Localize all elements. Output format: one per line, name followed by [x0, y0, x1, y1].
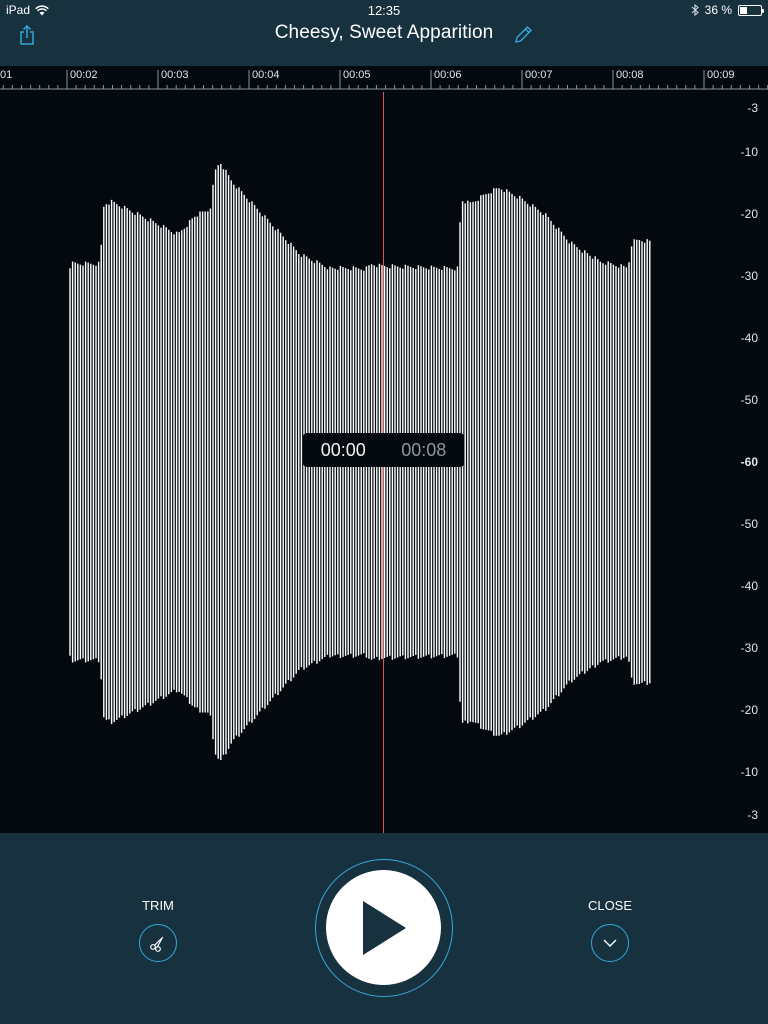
- ruler-time-label: 00:08: [616, 69, 644, 81]
- close-button[interactable]: [591, 924, 629, 962]
- waveform-area[interactable]: -3 -10 -20 -30 -40 -50 -60 -50 -40 -30 -20 -10 -3 00…: [0, 92, 768, 833]
- db-scale-label: -3: [747, 101, 758, 115]
- pencil-icon: [515, 26, 532, 43]
- ruler-time-label: 00:09: [707, 69, 735, 81]
- db-scale-label: -20: [740, 207, 758, 221]
- recording-title[interactable]: Cheesy, Sweet Apparition: [275, 22, 494, 43]
- ruler-ticks: [0, 70, 768, 90]
- db-scale-label: -10: [740, 765, 758, 779]
- play-button[interactable]: [315, 859, 453, 997]
- bluetooth-icon: [691, 4, 699, 16]
- battery-fill: [740, 6, 748, 14]
- trim-button[interactable]: [139, 924, 177, 962]
- time-readout: 00:00 00:08: [303, 433, 464, 467]
- db-scale-label: -30: [740, 641, 758, 655]
- db-scale-label: -60: [740, 455, 758, 469]
- close-label: CLOSE: [587, 898, 633, 913]
- status-right: 36 %: [691, 3, 764, 17]
- ruler-time-label: 00:05: [343, 69, 371, 81]
- db-scale-label: -30: [740, 269, 758, 283]
- play-button-face: [326, 870, 441, 985]
- db-scale-label: -3: [747, 808, 758, 822]
- status-bar: iPad 12:35 36 %: [0, 0, 768, 20]
- db-scale-label: -20: [740, 703, 758, 717]
- scissors-icon: [150, 936, 164, 952]
- edit-title-button[interactable]: [510, 22, 536, 48]
- header: Cheesy, Sweet Apparition: [0, 20, 768, 66]
- status-time: 12:35: [367, 3, 401, 18]
- play-icon: [362, 900, 406, 955]
- chevron-down-icon: [603, 939, 617, 947]
- ruler-time-label: 00:06: [434, 69, 462, 81]
- db-scale-label: -10: [740, 145, 758, 159]
- ruler-time-label: 00:02: [70, 69, 98, 81]
- ruler-time-label: 00:03: [161, 69, 189, 81]
- trim-label: TRIM: [142, 898, 174, 913]
- battery-percent: 36 %: [704, 3, 732, 17]
- battery-icon: [738, 4, 764, 16]
- title-wrap: Cheesy, Sweet Apparition: [0, 22, 768, 44]
- ruler-time-label: 01: [0, 69, 13, 81]
- ruler-time-label: 00:04: [252, 69, 280, 81]
- elapsed-time: 00:00: [320, 439, 366, 460]
- total-time: 00:08: [401, 439, 447, 460]
- ruler-time-label: 00:07: [525, 69, 553, 81]
- db-scale-label: -50: [740, 517, 758, 531]
- db-scale-label: -40: [740, 331, 758, 345]
- playback-controls: TRIM CLOSE: [0, 833, 768, 1024]
- db-scale-label: -50: [740, 393, 758, 407]
- timeline-ruler[interactable]: 01 00:02 00:03 00:04 00:05 00:06 00:07 00:08 00:…: [0, 66, 768, 92]
- db-scale-label: -40: [740, 579, 758, 593]
